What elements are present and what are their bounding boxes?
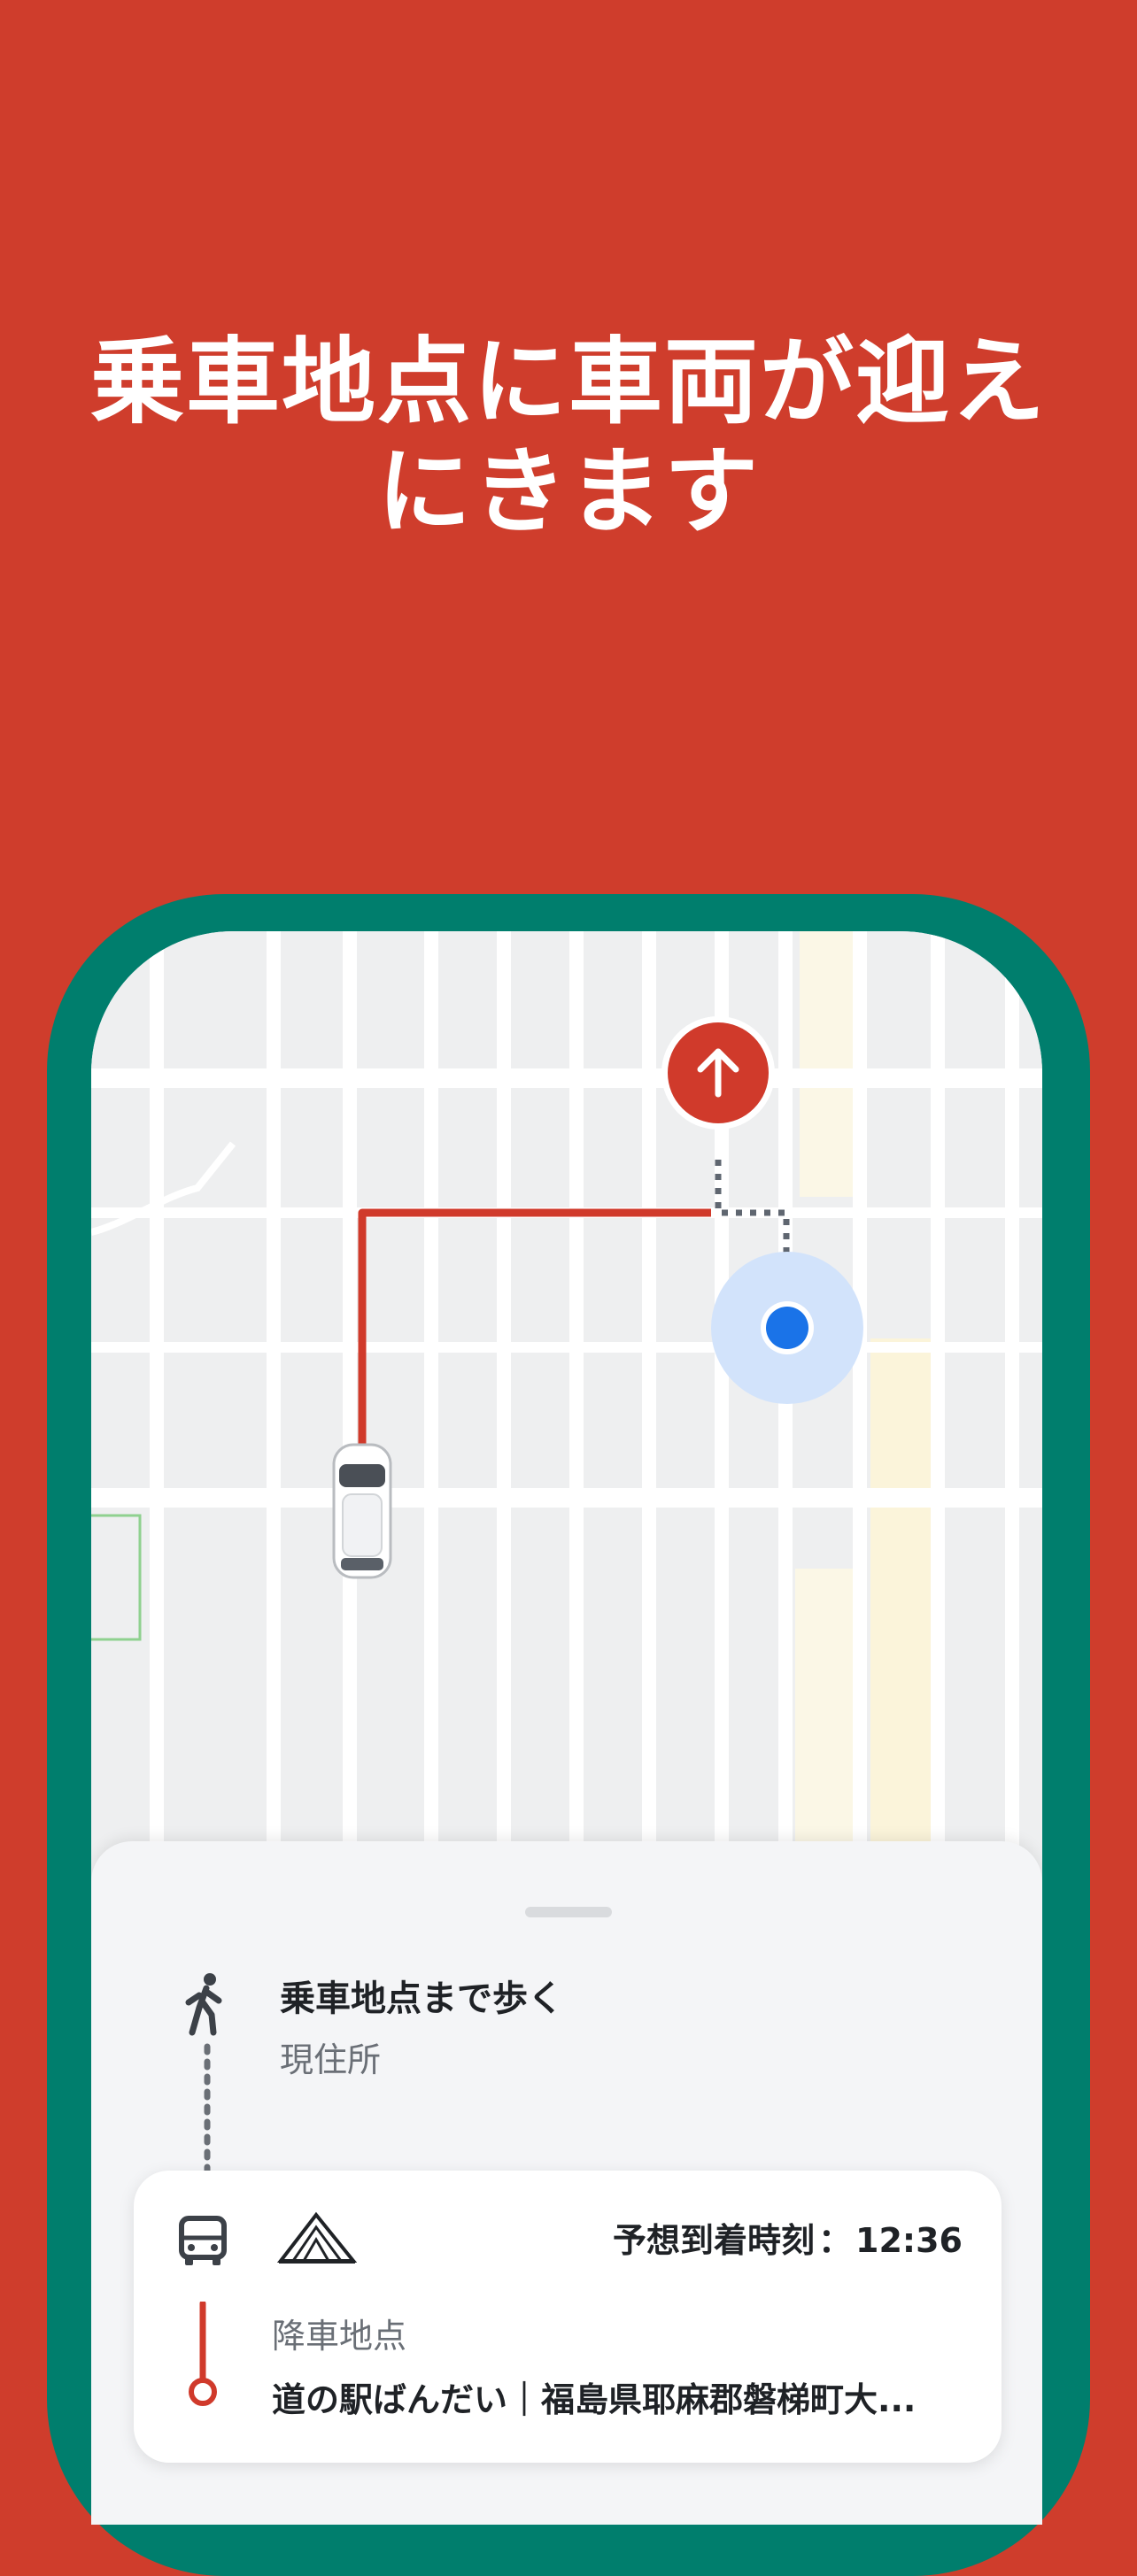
car-icon xyxy=(332,1443,392,1579)
pedestrian-icon xyxy=(185,1973,222,2036)
map-view[interactable] xyxy=(91,931,1042,1861)
headline-line-1: 乗車地点に車両が迎え xyxy=(90,328,1047,436)
bus-icon xyxy=(179,2216,227,2265)
headline: 乗車地点に車両が迎え にきます xyxy=(0,328,1137,547)
walk-step-origin: 現住所 xyxy=(280,2040,382,2079)
walk-path-dots xyxy=(204,2043,211,2178)
dropoff-label: 降車地点 xyxy=(272,2317,407,2356)
dropoff-route-icon xyxy=(189,2302,217,2406)
phone-screen: 乗車地点まで歩く 現住所 予想到着時刻： 12:36 降車地点 道の駅ばんだい｜… xyxy=(91,931,1042,2525)
bottom-sheet[interactable]: 乗車地点まで歩く 現住所 予想到着時刻： 12:36 降車地点 道の駅ばんだい｜… xyxy=(91,1841,1042,2525)
estimated-arrival: 予想到着時刻： 12:36 xyxy=(613,2213,963,2262)
sheet-drag-handle[interactable] xyxy=(525,1907,612,1917)
eta-label: 予想到着時刻 xyxy=(613,2221,816,2260)
eta-time: 12:36 xyxy=(855,2221,963,2260)
pickup-marker[interactable] xyxy=(661,1016,775,1130)
headline-line-2: にきます xyxy=(377,437,760,546)
mountain-logo-icon xyxy=(277,2211,357,2264)
eta-separator: ： xyxy=(818,2221,853,2260)
ride-card[interactable]: 予想到着時刻： 12:36 降車地点 道の駅ばんだい｜福島県耶麻郡磐梯町大... xyxy=(134,2171,1002,2463)
dropoff-address: 道の駅ばんだい｜福島県耶麻郡磐梯町大... xyxy=(272,2380,917,2419)
walk-step-title: 乗車地点まで歩く xyxy=(280,1978,563,2019)
